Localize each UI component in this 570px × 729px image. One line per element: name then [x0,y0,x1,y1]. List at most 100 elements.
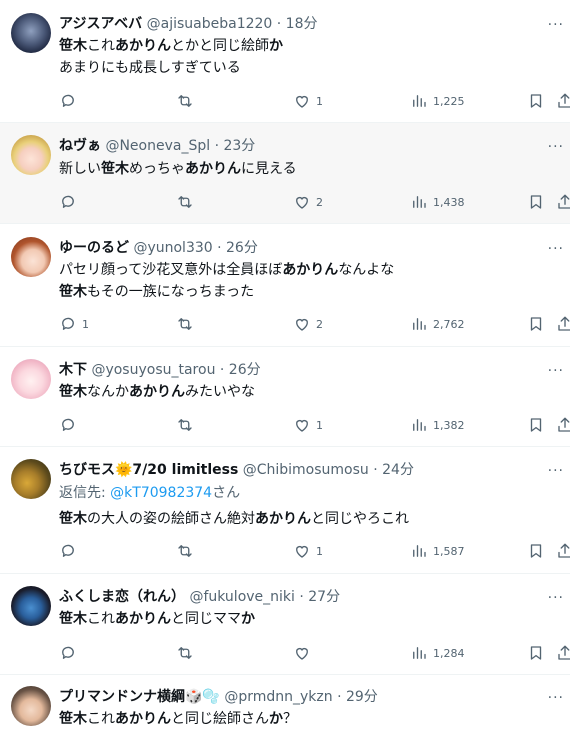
reply-icon [62,317,74,330]
views-button[interactable]: 1,438 [410,192,465,212]
timestamp[interactable]: · 23分 [215,138,256,154]
like-button[interactable]: 1 [293,415,323,435]
views-icon [413,196,426,208]
like-button[interactable]: 1 [293,91,323,111]
views-button[interactable]: 1,225 [410,91,465,111]
more-options-button[interactable]: ··· [548,140,564,154]
like-button[interactable]: 1 [293,541,323,561]
tweet[interactable]: アジスアベバ @ajisuabeba1220 · 18分 ··· 笹木これあかり… [0,0,570,123]
more-options-button[interactable]: ··· [548,691,564,705]
reply-icon [62,646,74,659]
views-count: 1,438 [433,195,465,209]
tweet[interactable]: ふくしま恋（れん） @fukulove_niki · 27分 ··· 笹木これあ… [0,574,570,675]
tweet[interactable]: ねヴぁ @Neoneva_Spl · 23分 ··· 新しい笹木めっちゃあかりん… [0,123,570,224]
tweet[interactable]: プリマンドンナ横綱🎲🫧 @prmdnn_ykzn · 29分 ··· 笹木これあ… [0,675,570,729]
reply-count: 1 [82,317,89,331]
timestamp[interactable]: · 29分 [337,689,378,705]
views-count: 1,284 [433,646,465,660]
avatar[interactable] [11,13,51,53]
bookmark-icon [530,94,542,108]
like-button[interactable] [293,643,316,663]
share-button[interactable] [556,314,570,334]
bookmark-button[interactable] [527,192,545,212]
user-handle[interactable]: @ajisuabeba1220 [147,16,273,32]
user-handle[interactable]: @prmdnn_ykzn [224,689,332,705]
tweet[interactable]: ちびモス🌞7/20 limitless @Chibimosumosu · 24分… [0,447,570,574]
views-button[interactable]: 1,284 [410,643,465,663]
like-button[interactable]: 2 [293,314,323,334]
avatar[interactable] [11,135,51,175]
timestamp[interactable]: · 24分 [373,462,414,478]
display-name[interactable]: ふくしま恋（れん） [59,589,185,605]
avatar[interactable] [11,359,51,399]
tweet-text: 返信先: @kT70982374さん 笹木の大人の姿の絵師さん絶対あかりんと同じ… [59,482,560,530]
retweet-button[interactable] [176,643,199,663]
display-name[interactable]: ちびモス🌞7/20 limitless [59,462,238,478]
retweet-icon [178,419,192,431]
tweet[interactable]: ゆーのるど @yunol330 · 26分 ··· パセリ顔って沙花叉意外は全員… [0,224,570,347]
display-name[interactable]: プリマンドンナ横綱🎲🫧 [59,689,220,705]
bookmark-icon [530,195,542,209]
more-options-button[interactable]: ··· [548,464,564,478]
timestamp[interactable]: · 26分 [217,240,258,256]
bookmark-button[interactable] [527,541,545,561]
tweet-text: 新しい笹木めっちゃあかりんに見える [59,161,297,177]
bookmark-button[interactable] [527,314,545,334]
views-button[interactable]: 2,762 [410,314,465,334]
views-count: 1,587 [433,544,465,558]
share-icon [558,316,570,331]
user-handle[interactable]: @yunol330 [133,240,212,256]
share-button[interactable] [556,643,570,663]
avatar[interactable] [11,459,51,499]
reply-button[interactable] [59,643,82,663]
avatar[interactable] [11,686,51,726]
views-button[interactable]: 1,587 [410,541,465,561]
bookmark-button[interactable] [527,415,545,435]
retweet-button[interactable] [176,415,199,435]
user-handle[interactable]: @yosuyosu_tarou [91,362,215,378]
user-handle[interactable]: @Chibimosumosu [243,462,369,478]
reply-button[interactable] [59,91,82,111]
timestamp[interactable]: · 27分 [299,589,340,605]
timestamp[interactable]: · 18分 [277,16,318,32]
more-options-button[interactable]: ··· [548,242,564,256]
display-name[interactable]: アジスアベバ [59,16,142,32]
reply-button[interactable] [59,541,82,561]
retweet-button[interactable] [176,541,199,561]
replying-to-link[interactable]: @kT70982374 [110,485,212,501]
retweet-button[interactable] [176,192,199,212]
share-button[interactable] [556,541,570,561]
retweet-icon [178,545,192,557]
share-button[interactable] [556,192,570,212]
views-icon [413,419,426,431]
views-button[interactable]: 1,382 [410,415,465,435]
display-name[interactable]: ゆーのるど [59,240,129,256]
like-button[interactable]: 2 [293,192,323,212]
more-options-button[interactable]: ··· [548,18,564,32]
more-options-button[interactable]: ··· [548,364,564,378]
reply-button[interactable] [59,415,82,435]
more-options-button[interactable]: ··· [548,591,564,605]
retweet-icon [178,318,192,330]
like-count: 2 [316,317,323,331]
user-handle[interactable]: @Neoneva_Spl [105,138,210,154]
avatar[interactable] [11,237,51,277]
reply-button[interactable]: 1 [59,314,89,334]
share-button[interactable] [556,91,570,111]
display-name[interactable]: 木下 [59,362,87,378]
timestamp[interactable]: · 26分 [220,362,261,378]
bookmark-button[interactable] [527,91,545,111]
bookmark-button[interactable] [527,643,545,663]
action-bar: 1,284 [59,643,570,663]
avatar[interactable] [11,586,51,626]
retweet-icon [178,196,192,208]
retweet-button[interactable] [176,314,199,334]
display-name[interactable]: ねヴぁ [59,138,101,154]
retweet-button[interactable] [176,91,199,111]
user-handle[interactable]: @fukulove_niki [189,589,294,605]
share-button[interactable] [556,415,570,435]
tweet-text: 笹木これあかりんとかと同じ絵師か あまりにも成長しすぎている [59,38,283,76]
tweet[interactable]: 木下 @yosuyosu_tarou · 26分 ··· 笹木なんかあかりんみた… [0,347,570,447]
reply-icon [62,195,74,208]
reply-button[interactable] [59,192,82,212]
